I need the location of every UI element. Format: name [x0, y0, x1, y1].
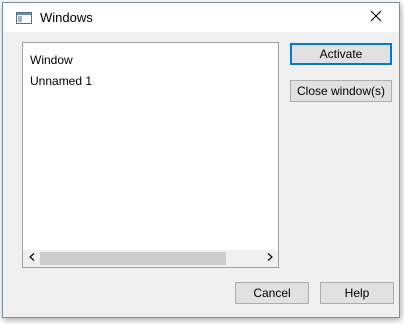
windows-dialog: Windows Window Unnamed 1 Activate Close … — [2, 2, 400, 318]
window-icon — [16, 12, 32, 24]
list-item[interactable]: Unnamed 1 — [30, 74, 92, 88]
close-windows-button[interactable]: Close window(s) — [290, 80, 392, 102]
horizontal-scrollbar[interactable] — [23, 250, 278, 267]
scroll-left-button[interactable] — [23, 250, 40, 267]
activate-button[interactable]: Activate — [290, 43, 392, 65]
scroll-thumb[interactable] — [40, 252, 226, 265]
scroll-right-button[interactable] — [261, 250, 278, 267]
chevron-left-icon — [28, 250, 35, 267]
window-title: Windows — [40, 10, 93, 25]
title-bar[interactable]: Windows — [3, 3, 399, 32]
chevron-right-icon — [267, 250, 273, 267]
list-item[interactable]: Window — [30, 53, 73, 67]
cancel-button[interactable]: Cancel — [235, 282, 309, 304]
close-icon — [370, 10, 382, 25]
close-button[interactable] — [353, 3, 399, 32]
help-button[interactable]: Help — [320, 282, 394, 304]
windows-listbox[interactable]: Window Unnamed 1 — [22, 42, 279, 268]
